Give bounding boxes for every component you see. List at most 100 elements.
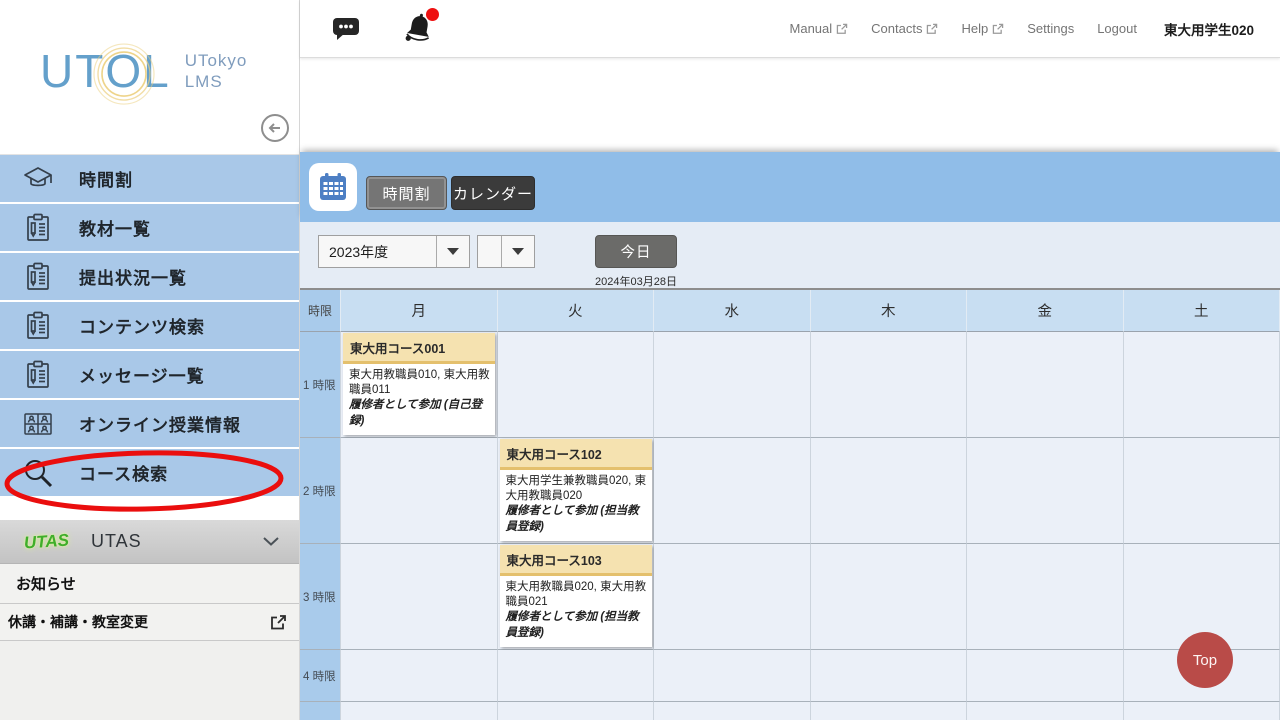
day-header-fri: 金: [967, 290, 1124, 332]
course-title: 東大用コース102: [500, 439, 652, 470]
timetable-cell: 東大用コース102 東大用学生兼教職員020, 東大用教職員020 履修者として…: [498, 438, 655, 544]
course-card[interactable]: 東大用コース102 東大用学生兼教職員020, 東大用教職員020 履修者として…: [500, 439, 652, 541]
period-label: 3 時限: [300, 544, 341, 650]
sidebar-item-label: オンライン授業情報: [79, 411, 241, 436]
course-title: 東大用コース001: [343, 333, 495, 364]
timetable-row-period3: 3 時限 東大用コース103 東大用教職員020, 東大用教職員021 履修者と…: [300, 544, 1280, 650]
timetable-cell: [811, 332, 968, 438]
sidebar-item-submissions[interactable]: 提出状況一覧: [0, 253, 299, 302]
utol-logo-text: UT OL: [40, 44, 171, 98]
timetable-header-row: 時限 月 火 水 木 金 土: [300, 290, 1280, 332]
clipboard-icon: [21, 311, 55, 341]
timetable-row-period4: 4 時限: [300, 650, 1280, 702]
sidebar-item-messages[interactable]: メッセージ一覧: [0, 351, 299, 400]
sidebar-item-materials[interactable]: 教材一覧: [0, 204, 299, 253]
sidebar-item-label: 教材一覧: [79, 215, 151, 240]
logo-part-o: O: [105, 44, 143, 98]
timetable-grid: 時限 月 火 水 木 金 土 1 時限 東大用コース001 東大用教職員010,…: [300, 288, 1280, 720]
sidebar-item-label: コース検索: [79, 460, 168, 485]
sidebar-item-label: 時間割: [79, 166, 133, 191]
timetable-cell: [654, 544, 811, 650]
announcements-label: お知らせ: [16, 573, 76, 594]
external-link-icon: [836, 23, 848, 35]
sidebar-gap: [0, 498, 299, 520]
period-header: 時限: [300, 290, 341, 332]
period-label: 1 時限: [300, 332, 341, 438]
utol-logo: UT OL UTokyo LMS: [40, 44, 247, 98]
search-icon: [21, 456, 55, 490]
contacts-link[interactable]: Contacts: [871, 21, 938, 36]
clipboard-icon: [21, 213, 55, 243]
period-label: 2 時限: [300, 438, 341, 544]
topbar: Manual Contacts Help Settings Logout 東大用…: [300, 0, 1280, 58]
utol-logo-subtitle: UTokyo LMS: [185, 50, 248, 93]
tab-calendar[interactable]: カレンダー: [451, 176, 535, 210]
sidebar-item-timetable[interactable]: 時間割: [0, 155, 299, 204]
sidebar-item-label: コンテンツ検索: [79, 313, 205, 338]
chevron-down-icon: [263, 537, 279, 546]
select-arrow-icon: [436, 236, 469, 267]
timetable-row-period5: [300, 702, 1280, 720]
logout-link[interactable]: Logout: [1097, 21, 1137, 36]
timetable-cell: [341, 544, 498, 650]
timetable-cell: 東大用コース103 東大用教職員020, 東大用教職員021 履修者として参加 …: [498, 544, 655, 650]
timetable-cell: [654, 702, 811, 720]
timetable-cell: 東大用コース001 東大用教職員010, 東大用教職員011 履修者として参加 …: [341, 332, 498, 438]
day-header-thu: 木: [811, 290, 968, 332]
timetable-cell: [654, 650, 811, 702]
current-date: 2024年03月28日: [588, 273, 684, 289]
timetable-cell: [498, 702, 655, 720]
settings-link[interactable]: Settings: [1027, 21, 1074, 36]
term-select[interactable]: [477, 235, 535, 268]
utas-label: UTAS: [91, 531, 142, 552]
day-header-tue: 火: [498, 290, 655, 332]
sidebar-item-label: メッセージ一覧: [79, 362, 205, 387]
sidebar-item-class-changes[interactable]: 休講・補講・教室変更: [0, 604, 299, 641]
sidebar-collapse-button[interactable]: [261, 114, 289, 142]
sidebar-item-label: 提出状況一覧: [79, 264, 187, 289]
help-link[interactable]: Help: [961, 21, 1004, 36]
view-toolbar: 時間割 カレンダー: [300, 152, 1280, 222]
course-card[interactable]: 東大用コース103 東大用教職員020, 東大用教職員021 履修者として参加 …: [500, 545, 652, 647]
course-card[interactable]: 東大用コース001 東大用教職員010, 東大用教職員011 履修者として参加 …: [343, 333, 495, 435]
username: 東大用学生020: [1164, 19, 1254, 39]
clipboard-icon: [21, 262, 55, 292]
class-changes-label: 休講・補講・教室変更: [8, 612, 148, 632]
tab-timetable[interactable]: 時間割: [366, 176, 447, 210]
timetable-controls: 2023年度 今日 2024年03月28日: [300, 222, 1280, 288]
manual-link[interactable]: Manual: [790, 21, 849, 36]
course-role: 履修者として参加 (自己登録): [349, 399, 482, 426]
timetable-cell: [498, 650, 655, 702]
clipboard-icon: [21, 360, 55, 390]
sidebar-item-content-search[interactable]: コンテンツ検索: [0, 302, 299, 351]
video-grid-icon: [21, 411, 55, 437]
sidebar-item-announcements[interactable]: お知らせ: [0, 564, 299, 604]
timetable-row-period1: 1 時限 東大用コース001 東大用教職員010, 東大用教職員011 履修者と…: [300, 332, 1280, 438]
sidebar-item-utas[interactable]: UTAS UTAS: [0, 520, 299, 564]
select-arrow-icon: [501, 236, 534, 267]
sidebar-item-course-search[interactable]: コース検索: [0, 449, 299, 498]
timetable-cell: [341, 650, 498, 702]
course-details: 東大用教職員020, 東大用教職員021 履修者として参加 (担当教員登録): [500, 576, 652, 647]
sidebar-nav: 時間割 教材一覧: [0, 155, 299, 641]
timetable-cell: [811, 438, 968, 544]
sidebar-item-online-class-info[interactable]: オンライン授業情報: [0, 400, 299, 449]
timetable-cell: [967, 332, 1124, 438]
timetable-cell: [967, 702, 1124, 720]
messages-icon[interactable]: [332, 16, 360, 41]
timetable-row-period2: 2 時限 東大用コース102 東大用学生兼教職員020, 東大用教職員020 履…: [300, 438, 1280, 544]
today-button[interactable]: 今日: [595, 235, 677, 268]
notifications-bell-icon[interactable]: [402, 12, 436, 46]
timetable-cell: [811, 650, 968, 702]
day-header-sat: 土: [1124, 290, 1280, 332]
sidebar: UT OL UTokyo LMS: [0, 0, 300, 720]
scroll-to-top-button[interactable]: Top: [1177, 632, 1233, 688]
graduation-cap-icon: [21, 165, 55, 193]
year-select[interactable]: 2023年度: [318, 235, 470, 268]
day-header-mon: 月: [341, 290, 498, 332]
timetable-cell: [341, 702, 498, 720]
period-label: [300, 702, 341, 720]
sidebar-header: UT OL UTokyo LMS: [0, 0, 299, 155]
external-link-icon: [992, 23, 1004, 35]
timetable-cell: [654, 332, 811, 438]
